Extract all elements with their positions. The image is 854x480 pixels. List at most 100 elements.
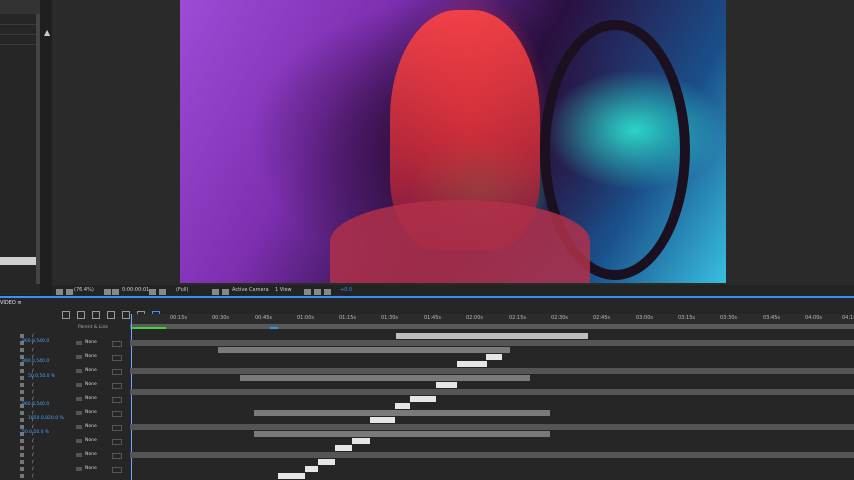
layer-row[interactable]: / None xyxy=(0,410,128,417)
layer-row[interactable]: / None xyxy=(0,438,128,445)
visibility-icon[interactable] xyxy=(20,418,24,422)
switch-icon[interactable]: / xyxy=(32,460,34,465)
comp-mini-flowchart-icon[interactable] xyxy=(76,311,85,319)
layer-duration-bar[interactable] xyxy=(335,445,352,451)
shy-icon[interactable] xyxy=(106,311,115,319)
layer-row[interactable]: / None xyxy=(0,368,128,375)
visibility-icon[interactable] xyxy=(20,411,24,415)
pickwhip-icon[interactable] xyxy=(76,439,82,443)
pickwhip-icon[interactable] xyxy=(76,383,82,387)
visibility-icon[interactable] xyxy=(20,474,24,478)
layer-row[interactable]: / xyxy=(0,403,128,410)
layer-duration-bar[interactable] xyxy=(218,347,510,353)
visibility-icon[interactable] xyxy=(20,453,24,457)
pickwhip-icon[interactable] xyxy=(76,341,82,345)
layer-row[interactable]: / None xyxy=(0,452,128,459)
layer-row[interactable]: / xyxy=(0,361,128,368)
visibility-icon[interactable] xyxy=(20,383,24,387)
switch-icon[interactable]: / xyxy=(32,446,34,451)
switch-icon[interactable]: / xyxy=(32,439,34,444)
pickwhip-icon[interactable] xyxy=(76,425,82,429)
parent-dropdown[interactable]: None xyxy=(85,368,97,373)
draft-3d-icon[interactable] xyxy=(91,311,100,319)
layer-row[interactable]: / xyxy=(0,473,128,480)
composition-viewer[interactable] xyxy=(180,0,726,283)
visibility-icon[interactable] xyxy=(20,390,24,394)
visibility-icon[interactable] xyxy=(20,467,24,471)
layer-row[interactable]: / xyxy=(0,347,128,354)
layer-row[interactable]: / None xyxy=(0,382,128,389)
parent-dropdown[interactable]: None xyxy=(85,424,97,429)
layer-duration-bar[interactable] xyxy=(278,473,305,479)
exposure-value[interactable]: +0.0 xyxy=(340,287,352,293)
parent-dropdown[interactable]: None xyxy=(85,382,97,387)
layer-row[interactable]: / None xyxy=(0,466,128,473)
parent-dropdown[interactable]: None xyxy=(85,410,97,415)
layer-duration-bar[interactable] xyxy=(240,375,530,381)
visibility-icon[interactable] xyxy=(20,376,24,380)
layer-duration-bar[interactable] xyxy=(486,354,502,360)
switch-icon[interactable]: / xyxy=(32,390,34,395)
layer-row[interactable]: / xyxy=(0,459,128,466)
layer-row[interactable]: / None xyxy=(0,340,128,347)
layer-row[interactable]: / xyxy=(0,333,128,340)
parent-dropdown[interactable]: None xyxy=(85,354,97,359)
property-value[interactable]: 50.0,50.0 % xyxy=(22,430,49,435)
layer-duration-bar[interactable] xyxy=(130,340,854,346)
switch-icon[interactable]: / xyxy=(32,348,34,353)
pickwhip-icon[interactable] xyxy=(76,397,82,401)
switch-icon[interactable]: / xyxy=(32,467,34,472)
visibility-icon[interactable] xyxy=(20,425,24,429)
layer-row[interactable]: / xyxy=(0,431,128,438)
layer-duration-bar[interactable] xyxy=(352,438,370,444)
panel-scrollbar[interactable] xyxy=(36,14,40,284)
pickwhip-icon[interactable] xyxy=(76,467,82,471)
layer-duration-bar[interactable] xyxy=(254,431,550,437)
property-value[interactable]: 1850.0,820.0 % xyxy=(28,416,64,421)
layer-duration-bar[interactable] xyxy=(130,424,854,430)
views-dropdown[interactable]: 1 View xyxy=(275,287,292,293)
resolution-dropdown[interactable]: (Full) xyxy=(176,287,188,293)
parent-dropdown[interactable]: None xyxy=(85,340,97,345)
visibility-icon[interactable] xyxy=(20,369,24,373)
layer-duration-bar[interactable] xyxy=(318,459,335,465)
layer-duration-bar[interactable] xyxy=(457,361,487,367)
pickwhip-icon[interactable] xyxy=(76,453,82,457)
pickwhip-icon[interactable] xyxy=(76,369,82,373)
selected-item[interactable] xyxy=(0,257,36,265)
layer-duration-bar[interactable] xyxy=(396,333,588,339)
layer-row[interactable]: / xyxy=(0,389,128,396)
search-layers-icon[interactable] xyxy=(62,311,70,319)
frame-blending-icon[interactable] xyxy=(121,311,130,319)
zoom-dropdown[interactable]: (76.4%) xyxy=(74,287,94,293)
visibility-icon[interactable] xyxy=(20,460,24,464)
layer-duration-bar[interactable] xyxy=(305,466,318,472)
current-time[interactable]: 0:00:00:01 xyxy=(122,287,149,293)
layer-row[interactable]: / xyxy=(0,375,128,382)
layer-row[interactable]: / None xyxy=(0,396,128,403)
parent-dropdown[interactable]: None xyxy=(85,438,97,443)
work-area-marker[interactable] xyxy=(270,327,278,329)
parent-dropdown[interactable]: None xyxy=(85,452,97,457)
visibility-icon[interactable] xyxy=(20,397,24,401)
parent-dropdown[interactable]: None xyxy=(85,396,97,401)
flowchart-icon[interactable]: ▲ xyxy=(44,28,50,37)
layer-row[interactable]: / None xyxy=(0,424,128,431)
property-value[interactable]: 960.0,540.0 xyxy=(22,339,49,344)
pickwhip-icon[interactable] xyxy=(76,411,82,415)
pickwhip-icon[interactable] xyxy=(76,355,82,359)
parent-dropdown[interactable]: None xyxy=(85,466,97,471)
layer-duration-bar[interactable] xyxy=(436,382,457,388)
work-area-start[interactable] xyxy=(132,327,166,329)
layer-row[interactable]: / xyxy=(0,417,128,424)
property-value[interactable]: 960.0,540.0 xyxy=(22,402,49,407)
switch-icon[interactable]: / xyxy=(32,383,34,388)
visibility-icon[interactable] xyxy=(20,348,24,352)
property-value[interactable]: 50.0,50.0 % xyxy=(28,374,55,379)
switch-icon[interactable]: / xyxy=(32,474,34,479)
work-area-bar[interactable] xyxy=(130,324,854,329)
layer-duration-bar[interactable] xyxy=(130,389,854,395)
layer-duration-bar[interactable] xyxy=(254,410,550,416)
layer-duration-bar[interactable] xyxy=(130,452,854,458)
layer-row[interactable]: / None xyxy=(0,354,128,361)
